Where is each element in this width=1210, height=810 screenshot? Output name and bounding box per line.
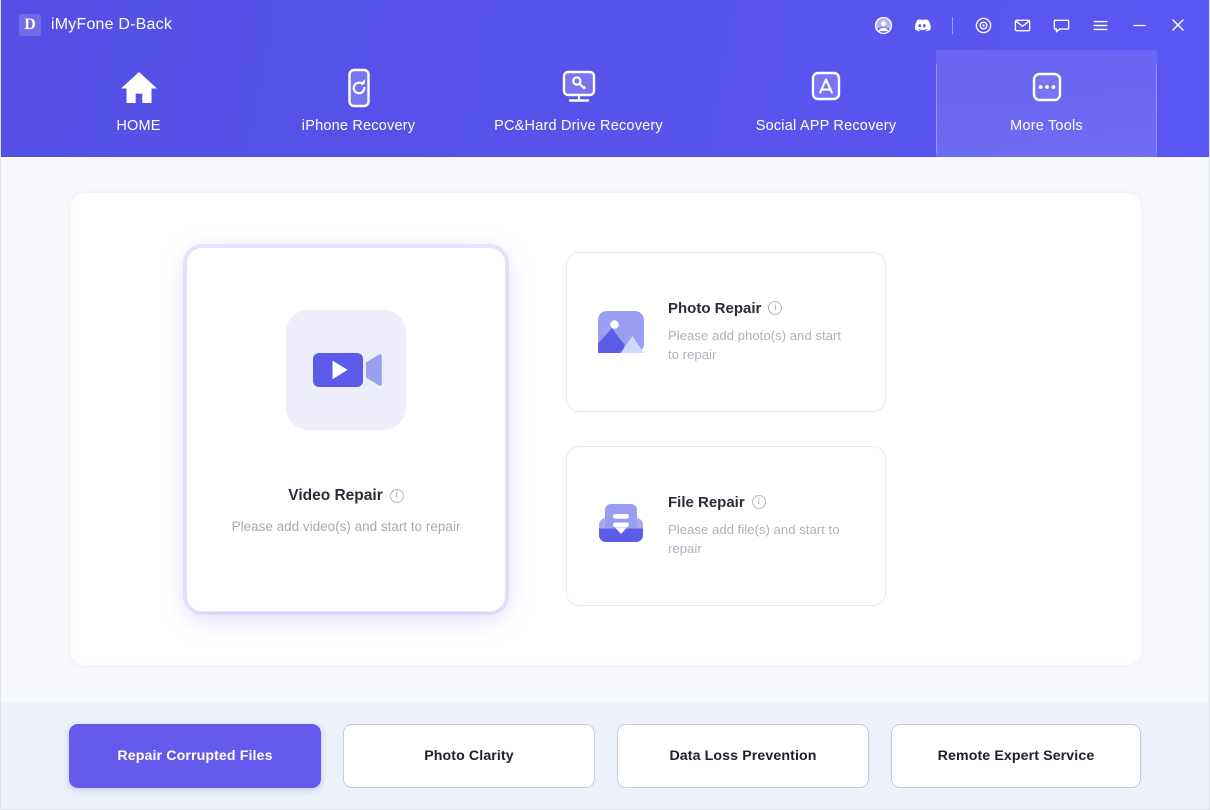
info-icon[interactable]: i [768, 301, 783, 316]
nav-label-pc-hard-drive-recovery: PC&Hard Drive Recovery [494, 118, 663, 134]
app-logo-icon: D [19, 14, 41, 36]
close-icon[interactable] [1167, 14, 1189, 36]
home-icon [117, 64, 161, 112]
app-title: iMyFone D-Back [51, 16, 173, 33]
nav-tab-social-app-recovery[interactable]: Social APP Recovery [716, 50, 936, 157]
photo-repair-title: Photo Repair [668, 299, 762, 317]
file-repair-card[interactable]: File Repair i Please add file(s) and sta… [566, 446, 886, 606]
app-store-icon [806, 64, 846, 112]
target-icon[interactable] [972, 14, 994, 36]
nav-tab-more-tools[interactable]: More Tools [936, 50, 1157, 157]
ellipsis-box-icon [1027, 64, 1067, 112]
photo-repair-card[interactable]: Photo Repair i Please add photo(s) and s… [566, 252, 886, 412]
title-bar: D iMyFone D-Back [1, 0, 1209, 50]
file-repair-text: File Repair i Please add file(s) and sta… [668, 494, 853, 558]
phone-refresh-icon [342, 64, 376, 112]
remote-expert-service-button[interactable]: Remote Expert Service [891, 723, 1141, 788]
nav-tab-home[interactable]: HOME [1, 50, 276, 157]
info-icon[interactable]: i [389, 488, 404, 503]
tools-panel: Video Repair i Please add video(s) and s… [71, 193, 1141, 665]
video-repair-card[interactable]: Video Repair i Please add video(s) and s… [186, 246, 506, 612]
hamburger-menu-icon[interactable] [1089, 14, 1111, 36]
discord-icon[interactable] [911, 14, 933, 36]
title-bar-icons [872, 14, 1189, 36]
file-repair-title-row: File Repair i [668, 494, 853, 511]
nav-label-social-app-recovery: Social APP Recovery [755, 118, 897, 134]
photo-repair-title-row: Photo Repair i [668, 300, 853, 317]
monitor-key-icon [556, 64, 602, 112]
file-repair-description: Please add file(s) and start to repair [668, 521, 840, 556]
brand: D iMyFone D-Back [19, 14, 172, 36]
video-camera-icon [286, 309, 406, 430]
file-document-icon [595, 500, 647, 552]
photo-image-icon [595, 306, 647, 358]
nav-label-more-tools: More Tools [1010, 118, 1083, 134]
data-loss-prevention-button[interactable]: Data Loss Prevention [617, 723, 869, 788]
user-avatar-icon[interactable] [872, 14, 894, 36]
main-content-area: Video Repair i Please add video(s) and s… [1, 157, 1209, 702]
titlebar-separator [952, 16, 953, 34]
nav-tab-iphone-recovery[interactable]: iPhone Recovery [276, 50, 441, 157]
mail-icon[interactable] [1011, 14, 1033, 36]
secondary-cards: Photo Repair i Please add photo(s) and s… [566, 252, 886, 606]
nav-tab-pc-hard-drive-recovery[interactable]: PC&Hard Drive Recovery [441, 50, 716, 157]
photo-repair-description: Please add photo(s) and start to repair [668, 327, 842, 362]
repair-corrupted-files-button[interactable]: Repair Corrupted Files [69, 723, 321, 788]
photo-clarity-button[interactable]: Photo Clarity [343, 723, 595, 788]
main-navigation: HOME iPhone Recovery PC&Hard Drive Recov… [1, 50, 1209, 157]
video-repair-description: Please add video(s) and start to repair [231, 518, 461, 534]
minimize-icon[interactable] [1128, 14, 1150, 36]
photo-repair-text: Photo Repair i Please add photo(s) and s… [668, 300, 853, 364]
bottom-action-bar: Repair Corrupted Files Photo Clarity Dat… [1, 702, 1209, 809]
chat-icon[interactable] [1050, 14, 1072, 36]
app-window: D iMyFone D-Back HOME iPhone Recovery PC… [0, 0, 1210, 810]
nav-label-iphone-recovery: iPhone Recovery [301, 118, 416, 134]
info-icon[interactable]: i [751, 495, 766, 510]
video-repair-title-row: Video Repair i [288, 486, 404, 505]
file-repair-title: File Repair [668, 493, 745, 511]
app-header: D iMyFone D-Back HOME iPhone Recovery PC… [1, 0, 1209, 157]
nav-label-home: HOME [116, 118, 161, 134]
video-repair-title: Video Repair [288, 486, 383, 504]
